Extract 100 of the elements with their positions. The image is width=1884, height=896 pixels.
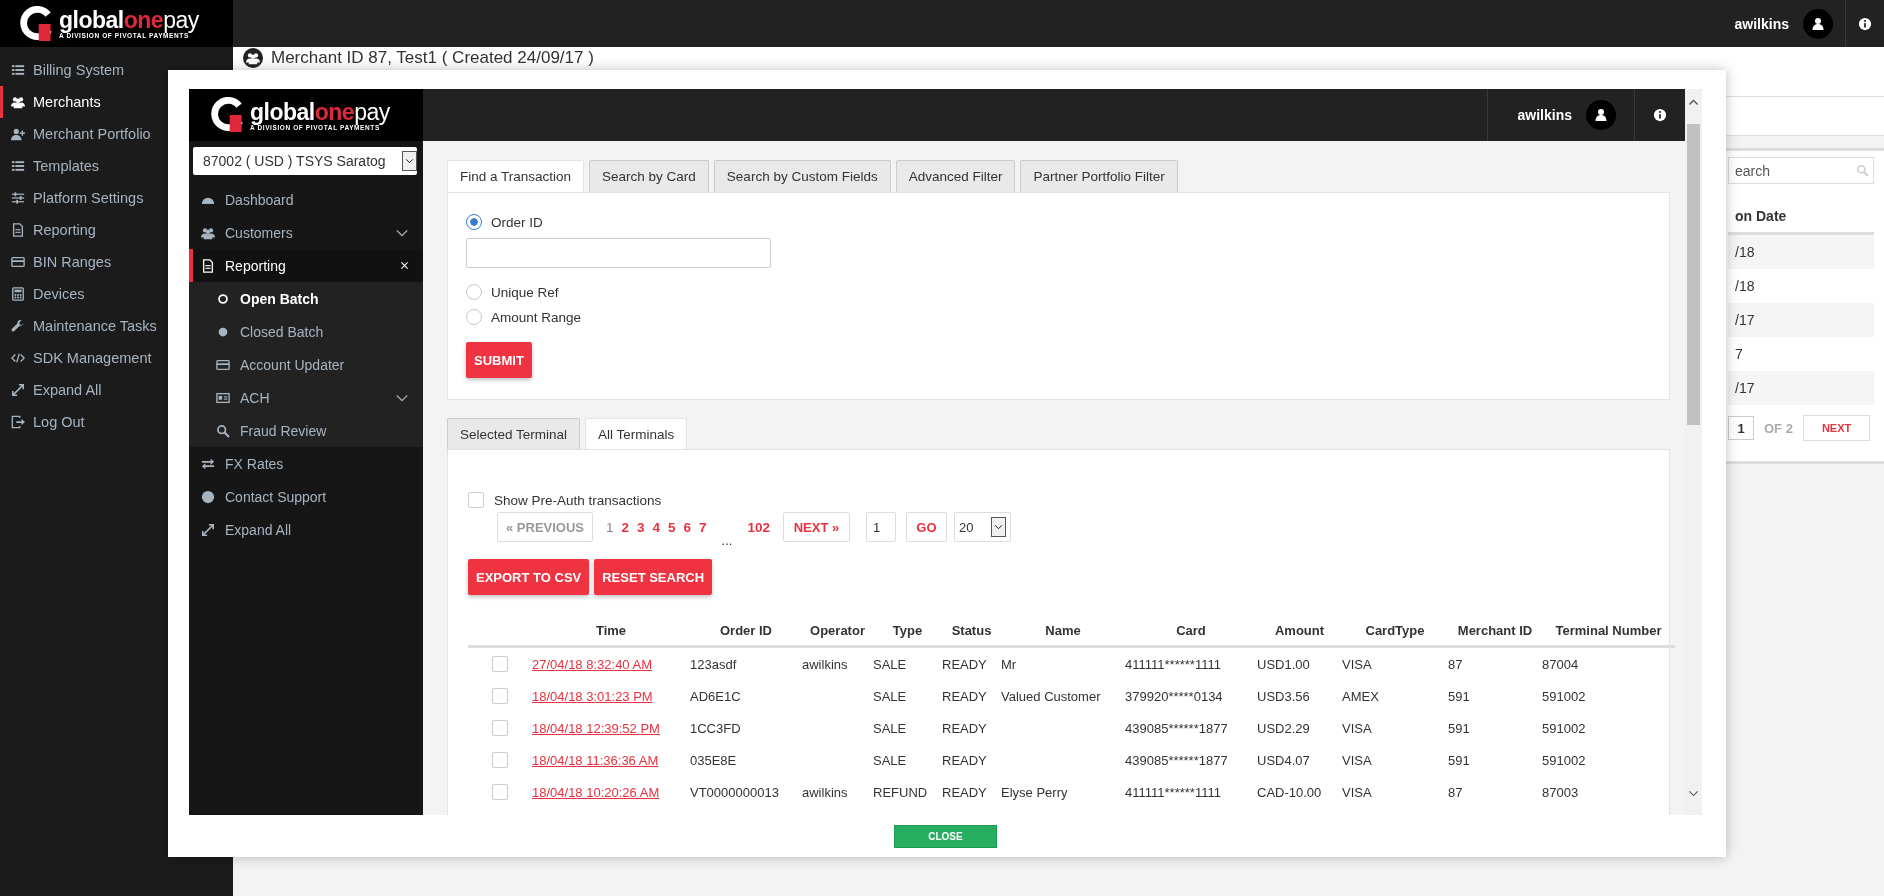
page-link[interactable]: 102 bbox=[744, 519, 773, 535]
submenu-item[interactable]: Closed Batch bbox=[189, 315, 423, 348]
input-field[interactable] bbox=[466, 238, 771, 268]
time-link[interactable]: 18/04/18 11:36:36 AM bbox=[532, 752, 659, 768]
calculator-icon bbox=[11, 287, 25, 301]
expand-arrows-icon bbox=[201, 522, 215, 537]
checkbox[interactable] bbox=[468, 492, 484, 508]
page-link[interactable]: 4 bbox=[649, 519, 664, 535]
time-link[interactable]: 18/04/18 3:01:23 PM bbox=[532, 688, 653, 704]
column-header: Type bbox=[873, 615, 942, 647]
checkbox[interactable] bbox=[492, 688, 508, 705]
sidebar-item[interactable]: Dashboard bbox=[189, 183, 423, 216]
table-cell: 591 bbox=[1448, 712, 1542, 744]
radio-button[interactable] bbox=[466, 309, 482, 325]
page-link[interactable]: 5 bbox=[665, 519, 679, 535]
submit-button[interactable]: SUBMIT bbox=[466, 342, 532, 378]
chevron-up-icon bbox=[1688, 97, 1699, 108]
submenu-item[interactable]: Open Batch bbox=[189, 282, 423, 315]
merchant-select[interactable]: 87002 ( USD ) TSYS Saratog bbox=[193, 147, 417, 175]
table-cell: VISA bbox=[1342, 776, 1448, 808]
user-plus-icon bbox=[11, 127, 25, 141]
checkbox-label[interactable]: Show Pre-Auth transactions bbox=[494, 492, 662, 508]
page-number-field[interactable]: 1 bbox=[1728, 416, 1754, 440]
table-cell: Mr bbox=[1001, 646, 1125, 680]
tab[interactable]: Find a Transaction bbox=[447, 160, 585, 192]
column-header: Operator bbox=[802, 615, 873, 647]
page-link[interactable]: 1 bbox=[603, 519, 617, 535]
table-cell-text: SALE bbox=[873, 719, 908, 738]
document-icon bbox=[11, 223, 25, 237]
table-cell: USD4.07 bbox=[1257, 744, 1342, 776]
next-button[interactable]: NEXT bbox=[1802, 415, 1871, 441]
user-name[interactable]: awilkins bbox=[1734, 15, 1789, 32]
checkbox[interactable] bbox=[492, 784, 508, 801]
page-size-select[interactable]: 20 bbox=[954, 512, 1011, 542]
logo-wordmark: globalonepay bbox=[250, 99, 390, 124]
sidebar-item[interactable]: Billing System bbox=[0, 54, 233, 86]
sidebar-item[interactable]: Contact Support bbox=[189, 480, 423, 513]
time-link[interactable]: 27/04/18 8:32:40 AM bbox=[532, 656, 652, 672]
scrollbar[interactable] bbox=[1685, 89, 1702, 815]
ellipsis: ... bbox=[721, 533, 733, 548]
table-cell: READY bbox=[942, 680, 1001, 712]
sliders-icon bbox=[11, 191, 25, 205]
search-field[interactable]: earch bbox=[1728, 157, 1874, 184]
tab[interactable]: Search by Card bbox=[589, 160, 709, 192]
page-link[interactable]: 7 bbox=[696, 519, 710, 535]
logout-icon bbox=[11, 415, 25, 429]
table-cell: 87004 bbox=[1542, 646, 1675, 680]
checkbox[interactable] bbox=[492, 720, 508, 737]
table-cell: 591 bbox=[1448, 680, 1542, 712]
action-button[interactable]: EXPORT TO CSV bbox=[468, 559, 590, 595]
action-button[interactable]: RESET SEARCH bbox=[594, 559, 713, 595]
radio-button[interactable] bbox=[466, 214, 482, 230]
submenu-item[interactable]: ACH bbox=[189, 381, 423, 414]
page-link[interactable]: 6 bbox=[680, 519, 695, 535]
table-cell: 87 bbox=[1448, 646, 1542, 680]
logo-icon bbox=[211, 97, 245, 133]
table-cell: CAD-10.00 bbox=[1257, 776, 1342, 808]
table-cell-text: AD6E1C bbox=[690, 687, 742, 706]
sidebar-item[interactable]: Customers bbox=[189, 216, 423, 249]
submenu-item[interactable]: Account Updater bbox=[189, 348, 423, 381]
tab[interactable]: Partner Portfolio Filter bbox=[1020, 160, 1178, 192]
checkbox[interactable] bbox=[492, 656, 508, 673]
checkbox[interactable] bbox=[492, 752, 508, 769]
document-icon bbox=[201, 258, 215, 273]
go-button[interactable]: GO bbox=[906, 512, 947, 542]
sidebar-item[interactable]: Reporting bbox=[189, 249, 423, 282]
user-name[interactable]: awilkins bbox=[1517, 107, 1572, 123]
search-icon bbox=[1856, 164, 1869, 177]
table-cell-text: awilkins bbox=[802, 783, 849, 802]
next-button[interactable]: NEXT » bbox=[783, 512, 850, 542]
page-link[interactable]: 3 bbox=[634, 519, 648, 535]
tab[interactable]: Advanced Filter bbox=[895, 160, 1016, 192]
tab[interactable]: Selected Terminal bbox=[447, 418, 581, 449]
tab[interactable]: Search by Custom Fields bbox=[713, 160, 891, 192]
table-cell: 87 bbox=[1448, 776, 1542, 808]
time-link[interactable]: 18/04/18 10:20:26 AM bbox=[532, 784, 660, 800]
table-cell: USD2.29 bbox=[1257, 712, 1342, 744]
credit-card-icon bbox=[11, 255, 25, 269]
table-cell: USD1.00 bbox=[1257, 646, 1342, 680]
radio-label[interactable]: Unique Ref bbox=[491, 284, 559, 300]
time-link[interactable]: 18/04/18 12:39:52 PM bbox=[532, 720, 660, 736]
table-cell-text: 439085******1877 bbox=[1125, 751, 1229, 770]
sidebar-item[interactable]: Merchant Portfolio bbox=[0, 118, 233, 150]
radio-label[interactable]: Order ID bbox=[491, 214, 543, 230]
scrollbar-thumb[interactable] bbox=[1687, 124, 1700, 425]
table-cell: VISA bbox=[1342, 712, 1448, 744]
tab[interactable]: All Terminals bbox=[585, 418, 688, 449]
column-header: Status bbox=[942, 615, 1001, 647]
expand-arrows-icon bbox=[11, 383, 25, 397]
sidebar-item[interactable]: Expand All bbox=[189, 513, 423, 546]
page-title: Merchant ID 87, Test1 ( Created 24/09/17 ) bbox=[271, 48, 594, 68]
sidebar-item[interactable]: FX Rates bbox=[189, 447, 423, 480]
table-cell-text: REFUND bbox=[873, 783, 929, 802]
radio-label[interactable]: Amount Range bbox=[491, 309, 582, 325]
table-cell-text: READY bbox=[942, 719, 988, 738]
column-header: Terminal Number bbox=[1542, 615, 1675, 647]
page-link[interactable]: 2 bbox=[618, 519, 633, 535]
radio-button[interactable] bbox=[466, 284, 482, 300]
submenu-item[interactable]: Fraud Review bbox=[189, 414, 423, 447]
page-input[interactable]: 1 bbox=[866, 512, 896, 542]
